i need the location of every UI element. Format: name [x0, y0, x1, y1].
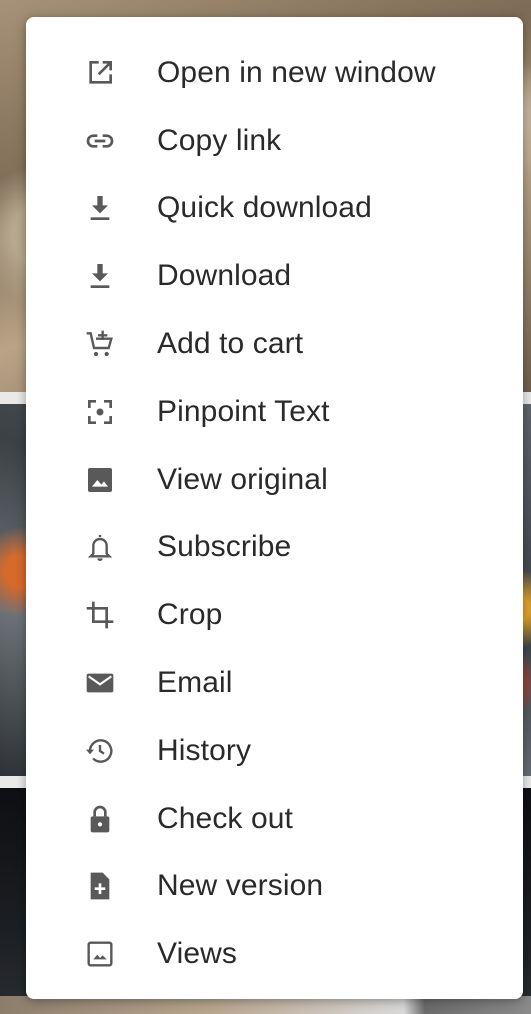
menu-item-label: History [157, 733, 252, 767]
menu-item-label: Pinpoint Text [157, 394, 330, 428]
new-file-icon [80, 866, 120, 906]
download-icon [80, 188, 120, 228]
menu-item-quick-download[interactable]: Quick download [26, 175, 523, 243]
menu-item-label: Crop [157, 598, 223, 632]
menu-item-label: Open in new window [157, 55, 436, 89]
link-icon [80, 121, 120, 161]
menu-item-subscribe[interactable]: Subscribe [26, 514, 523, 582]
menu-item-label: New version [157, 869, 324, 903]
open-in-new-icon [80, 53, 120, 93]
menu-item-crop[interactable]: Crop [26, 581, 523, 649]
menu-item-open-in-new-window[interactable]: Open in new window [26, 39, 523, 107]
menu-item-view-original[interactable]: View original [26, 446, 523, 514]
crop-icon [80, 595, 120, 635]
menu-item-new-version[interactable]: New version [26, 853, 523, 921]
menu-item-label: Check out [157, 801, 293, 835]
menu-item-label: Download [157, 259, 292, 293]
image-outline-icon [80, 934, 120, 974]
history-icon [80, 731, 120, 771]
menu-item-label: View original [157, 462, 328, 496]
menu-item-copy-link[interactable]: Copy link [26, 107, 523, 175]
menu-item-label: Email [157, 666, 233, 700]
pinpoint-icon [80, 392, 120, 432]
email-icon [80, 663, 120, 703]
menu-item-history[interactable]: History [26, 717, 523, 785]
menu-item-label: Views [157, 937, 237, 971]
add-cart-icon [80, 324, 120, 364]
image-icon [80, 460, 120, 500]
download-icon [80, 256, 120, 296]
menu-item-add-to-cart[interactable]: Add to cart [26, 310, 523, 378]
menu-item-label: Quick download [157, 191, 372, 225]
menu-item-label: Subscribe [157, 530, 292, 564]
menu-item-check-out[interactable]: Check out [26, 785, 523, 853]
menu-item-label: Add to cart [157, 327, 304, 361]
menu-item-download[interactable]: Download [26, 242, 523, 310]
menu-item-label: Copy link [157, 123, 282, 157]
menu-item-email[interactable]: Email [26, 649, 523, 717]
bell-icon [80, 527, 120, 567]
menu-item-pinpoint-text[interactable]: Pinpoint Text [26, 378, 523, 446]
context-menu: Open in new window Copy link Quick downl… [26, 17, 523, 999]
lock-icon [80, 799, 120, 839]
menu-item-views[interactable]: Views [26, 920, 523, 988]
